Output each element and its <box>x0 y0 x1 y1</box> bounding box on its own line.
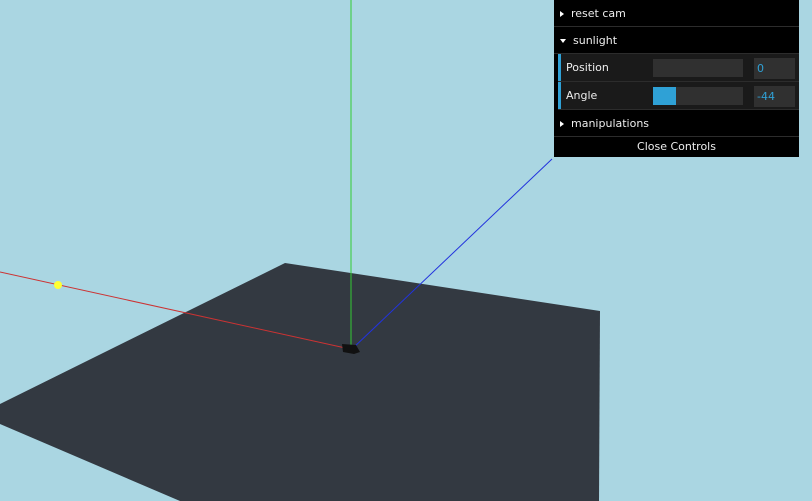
sunlight-folder[interactable]: sunlight <box>554 27 799 54</box>
reset-cam-item[interactable]: reset cam <box>554 0 799 27</box>
close-controls-button[interactable]: Close Controls <box>554 137 799 157</box>
position-control: Position <box>558 54 799 82</box>
angle-slider[interactable] <box>653 87 743 105</box>
position-slider[interactable] <box>653 59 743 77</box>
chevron-down-icon <box>560 38 566 43</box>
reset-cam-label: reset cam <box>571 7 626 20</box>
position-input[interactable] <box>754 58 795 79</box>
angle-slider-fill <box>653 87 676 105</box>
controls-panel: reset cam sunlight Position Angle manipu… <box>554 0 799 157</box>
chevron-right-icon <box>560 120 564 127</box>
angle-control: Angle <box>558 82 799 110</box>
angle-label: Angle <box>566 89 598 102</box>
chevron-right-icon <box>560 10 564 17</box>
manipulations-folder[interactable]: manipulations <box>554 110 799 137</box>
light-marker <box>54 281 62 289</box>
position-label: Position <box>566 61 609 74</box>
angle-input[interactable] <box>754 86 795 107</box>
sunlight-folder-label: sunlight <box>573 34 618 47</box>
manipulations-folder-label: manipulations <box>571 117 650 130</box>
